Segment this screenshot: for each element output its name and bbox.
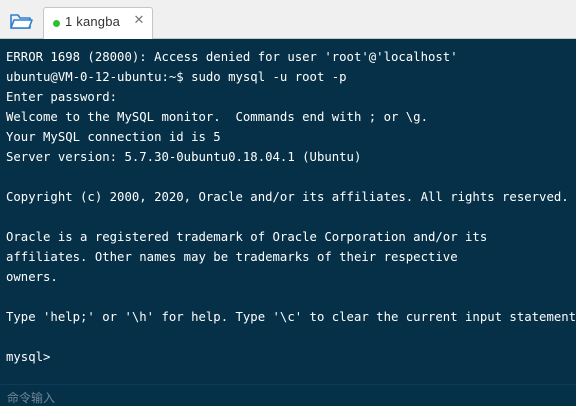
terminal-line: ERROR 1698 (28000): Access denied for us… [6,50,458,64]
terminal-output[interactable]: ERROR 1698 (28000): Access denied for us… [0,40,576,384]
folder-icon[interactable] [8,9,34,33]
terminal-line: ubuntu@VM-0-12-ubuntu:~$ sudo mysql -u r… [6,70,347,84]
tab-bar: 1 kangba ✕ [0,0,576,39]
terminal-line: Copyright (c) 2000, 2020, Oracle and/or … [6,190,569,204]
tab-session[interactable]: 1 kangba ✕ [43,7,153,39]
terminal-prompt: mysql> [6,350,51,364]
terminal-line: Your MySQL connection id is 5 [6,130,221,144]
terminal-line: affiliates. Other names may be trademark… [6,250,458,264]
terminal-line: Type 'help;' or '\h' for help. Type '\c'… [6,310,576,324]
connection-status-dot [53,20,60,27]
terminal-line: Server version: 5.7.30-0ubuntu0.18.04.1 … [6,150,362,164]
command-input[interactable]: 命令输入 [0,384,576,406]
tab-title: 1 kangba [65,14,121,29]
command-input-placeholder: 命令输入 [7,391,56,405]
terminal-line: Oracle is a registered trademark of Orac… [6,230,488,244]
terminal-line: Enter password: [6,90,118,104]
terminal-line: Welcome to the MySQL monitor. Commands e… [6,110,428,124]
close-icon[interactable]: ✕ [132,13,146,28]
terminal-line: owners. [6,270,58,284]
